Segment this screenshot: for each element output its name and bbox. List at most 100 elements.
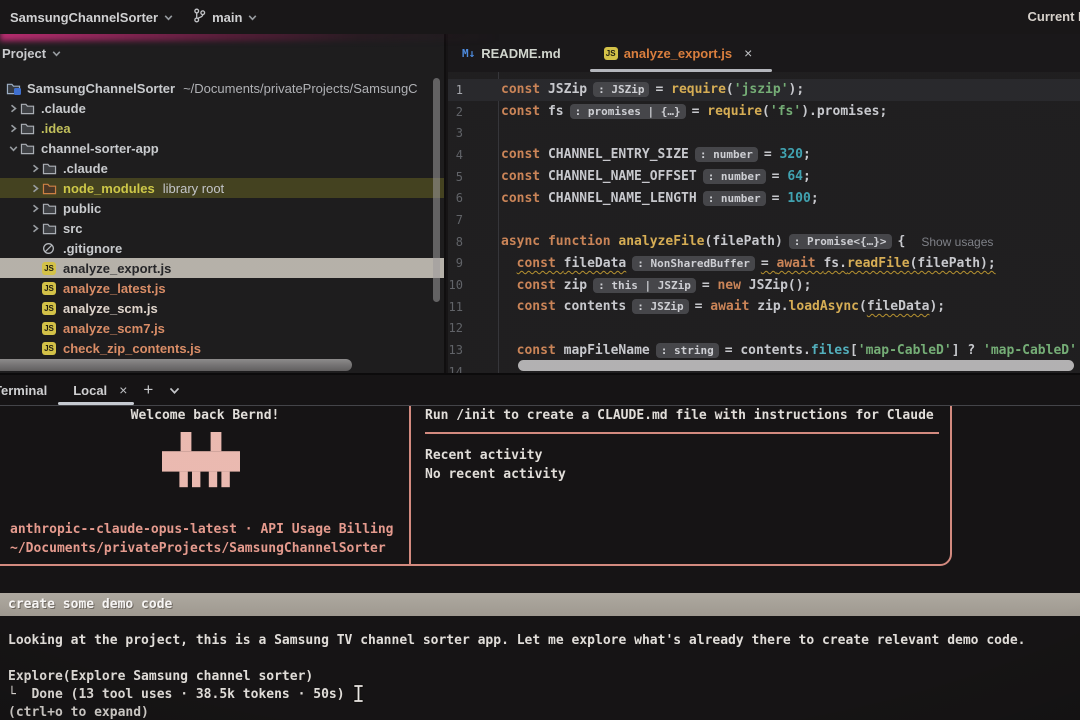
code-token: 64 [787, 169, 803, 185]
user-message: create some demo code [0, 593, 1080, 616]
title-bar: SamsungChannelSorter main Current F [0, 0, 1080, 34]
editor-horizontal-scrollbar[interactable] [518, 360, 1074, 371]
type-inlay-hint: : number [694, 147, 758, 163]
chevron-right-icon[interactable] [28, 204, 42, 213]
code-token: fileData [866, 299, 930, 315]
tree-item--claude[interactable]: .claude [0, 98, 444, 118]
code-line[interactable]: 12 [448, 318, 1080, 340]
tree-item--gitignore[interactable]: .gitignore [0, 238, 444, 258]
folder-icon [42, 162, 61, 175]
code-token: async function [501, 234, 619, 250]
code-token: (filePath); [909, 255, 996, 271]
folder-icon [42, 202, 61, 215]
code-line[interactable]: 9 const fileData: NonSharedBuffer = await… [448, 253, 1080, 275]
line-number: 6 [455, 191, 463, 206]
chevron-down-icon[interactable] [6, 144, 20, 153]
terminal-tab-local[interactable]: Local [73, 383, 107, 398]
code-line[interactable]: 13 const mapFileName: string = contents. f… [448, 339, 1080, 361]
tree-item-analyze-latest-js[interactable]: JS analyze_latest.js [0, 278, 444, 298]
done-line: └ Done (13 tool uses · 38.5k tokens · 50… [8, 687, 345, 703]
chevron-down-icon[interactable] [169, 385, 180, 396]
close-icon[interactable]: × [744, 45, 752, 61]
tree-item-src[interactable]: src [0, 218, 444, 238]
code-token: const [501, 147, 548, 163]
project-vertical-scrollbar[interactable] [433, 78, 440, 302]
cwd-line: ~/Documents/privateProjects/SamsungChann… [10, 541, 386, 556]
chevron-right-icon[interactable] [28, 184, 42, 193]
line-number: 13 [448, 343, 463, 358]
chevron-right-icon[interactable] [6, 124, 20, 133]
code-line[interactable]: 10 const zip: this | JSZip = new JSZip(); [448, 274, 1080, 296]
code-token: contents. [740, 342, 811, 358]
tree-corner-glyph: └ [8, 687, 16, 702]
code-token: ] ? [951, 342, 984, 358]
tree-item-channel-sorter-app[interactable]: channel-sorter-app [0, 138, 444, 158]
code-token: 'map-CableD' [857, 342, 952, 358]
tree-item-analyze-scm7-js[interactable]: JS analyze_scm7.js [0, 318, 444, 338]
code-line[interactable]: 3 [448, 122, 1080, 144]
show-usages-hint[interactable]: Show usages [921, 235, 993, 249]
tree-item-label: .claude [63, 160, 108, 176]
code-line[interactable]: 11 const contents: JSZip = await zip. load… [448, 296, 1080, 318]
code-token: new [717, 277, 749, 293]
code-line[interactable]: 1 const JSZip: JSZip = require('jszip'); [448, 79, 1080, 101]
line-number: 7 [455, 212, 463, 227]
project-tree: SamsungChannelSorter ~/Documents/privateP… [0, 78, 444, 358]
tab-label: README.md [481, 45, 561, 61]
tip-divider [425, 432, 939, 434]
tab-analyze-export[interactable]: JS analyze_export.js × [590, 34, 767, 72]
tree-item--claude[interactable]: .claude [0, 158, 444, 178]
tree-item-analyze-export-js[interactable]: JS analyze_export.js [0, 258, 444, 278]
code-token: ); [788, 82, 805, 98]
tree-item-label: node_modules [63, 180, 155, 196]
tab-label: analyze_export.js [623, 45, 733, 61]
tree-item-check-zip-contents-js[interactable]: JS check_zip_contents.js [0, 338, 444, 358]
close-icon[interactable]: × [119, 382, 127, 398]
chevron-right-icon[interactable] [28, 224, 42, 233]
tree-item-label: analyze_latest.js [63, 280, 166, 296]
code-editor[interactable]: 1 const JSZip: JSZip = require('jszip'); 2 c… [448, 79, 1080, 373]
chevron-right-icon[interactable] [28, 164, 42, 173]
project-horizontal-scrollbar[interactable] [0, 359, 352, 371]
text-cursor [353, 684, 364, 703]
tree-item-node-modules[interactable]: node_modules library root [0, 178, 444, 198]
chevron-right-icon[interactable] [6, 104, 20, 113]
code-token: CHANNEL_ENTRY_SIZE [547, 147, 689, 163]
git-branch-button[interactable]: main [183, 8, 267, 26]
code-line[interactable]: 6 const CHANNEL_NAME_LENGTH: number = 100; [448, 187, 1080, 209]
project-panel-header[interactable]: Project [2, 46, 61, 61]
type-inlay-hint: : number [702, 190, 766, 206]
folder-icon [20, 122, 39, 135]
code-token: ; [802, 147, 811, 163]
editor-area: M↓ README.md JS analyze_export.js × 1 con… [448, 34, 1080, 373]
tree-item--idea[interactable]: .idea [0, 118, 444, 138]
tree-item-public[interactable]: public [0, 198, 444, 218]
terminal-output[interactable]: Welcome back Bernd! anthropic--claude-op… [0, 406, 1080, 720]
ide-window: SamsungChannelSorter main Current F Proj… [0, 0, 1080, 720]
type-inlay-hint: : this | JSZip [593, 277, 696, 293]
code-line[interactable]: 7 [448, 209, 1080, 231]
project-switcher[interactable]: SamsungChannelSorter [0, 10, 183, 25]
code-token: ).promises; [801, 104, 888, 120]
code-token: 100 [787, 190, 811, 206]
run-config-label[interactable]: Current F [1028, 9, 1080, 24]
task-line: Explore(Explore Samsung channel sorter) [8, 669, 314, 684]
new-terminal-button[interactable]: + [143, 380, 153, 400]
js-file-icon: JS [42, 281, 61, 295]
project-panel-title: Project [2, 46, 47, 61]
code-line[interactable]: 8 async function analyzeFile (filePath): P… [448, 231, 1080, 253]
code-line[interactable]: 5 const CHANNEL_NAME_OFFSET: number = 64; [448, 166, 1080, 188]
js-file-icon: JS [42, 301, 61, 315]
code-line[interactable]: 4 const CHANNEL_ENTRY_SIZE: number = 320; [448, 144, 1080, 166]
chevron-down-icon [248, 10, 257, 25]
code-token: mapFileName [563, 342, 650, 358]
code-token: = [771, 169, 788, 185]
tree-item-analyze-scm-js[interactable]: JS analyze_scm.js [0, 298, 444, 318]
code-line[interactable]: 2 const fs: promises | {…} = require('fs')… [448, 101, 1080, 123]
terminal-panel-title: Terminal [0, 382, 48, 398]
code-token: const [501, 190, 548, 206]
tree-item-project-root[interactable]: SamsungChannelSorter ~/Documents/privateP… [0, 78, 444, 98]
markdown-icon: M↓ [462, 46, 476, 60]
type-inlay-hint: : number [702, 169, 766, 185]
tree-item-annotation: library root [162, 180, 225, 196]
